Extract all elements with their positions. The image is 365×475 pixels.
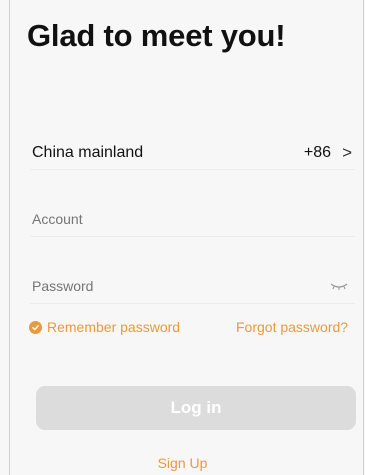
password-row (30, 270, 355, 304)
chevron-right-icon: > (342, 143, 352, 162)
country-code: +86 (303, 144, 331, 161)
region-label: China mainland (32, 144, 144, 161)
eye-closed-icon[interactable] (329, 280, 349, 292)
account-row (30, 203, 355, 237)
sign-up-link[interactable]: Sign Up (0, 455, 365, 471)
remember-password-toggle[interactable]: Remember password (29, 319, 180, 335)
password-input[interactable] (32, 278, 282, 294)
forgot-password-link[interactable]: Forgot password? (236, 319, 348, 335)
login-button[interactable]: Log in (36, 386, 356, 430)
account-input[interactable] (32, 211, 282, 227)
remember-password-label: Remember password (47, 319, 181, 335)
checkmark-icon (29, 320, 42, 334)
page-title: Glad to meet you! (27, 18, 286, 53)
region-selector[interactable]: China mainland +86 > (30, 136, 355, 170)
